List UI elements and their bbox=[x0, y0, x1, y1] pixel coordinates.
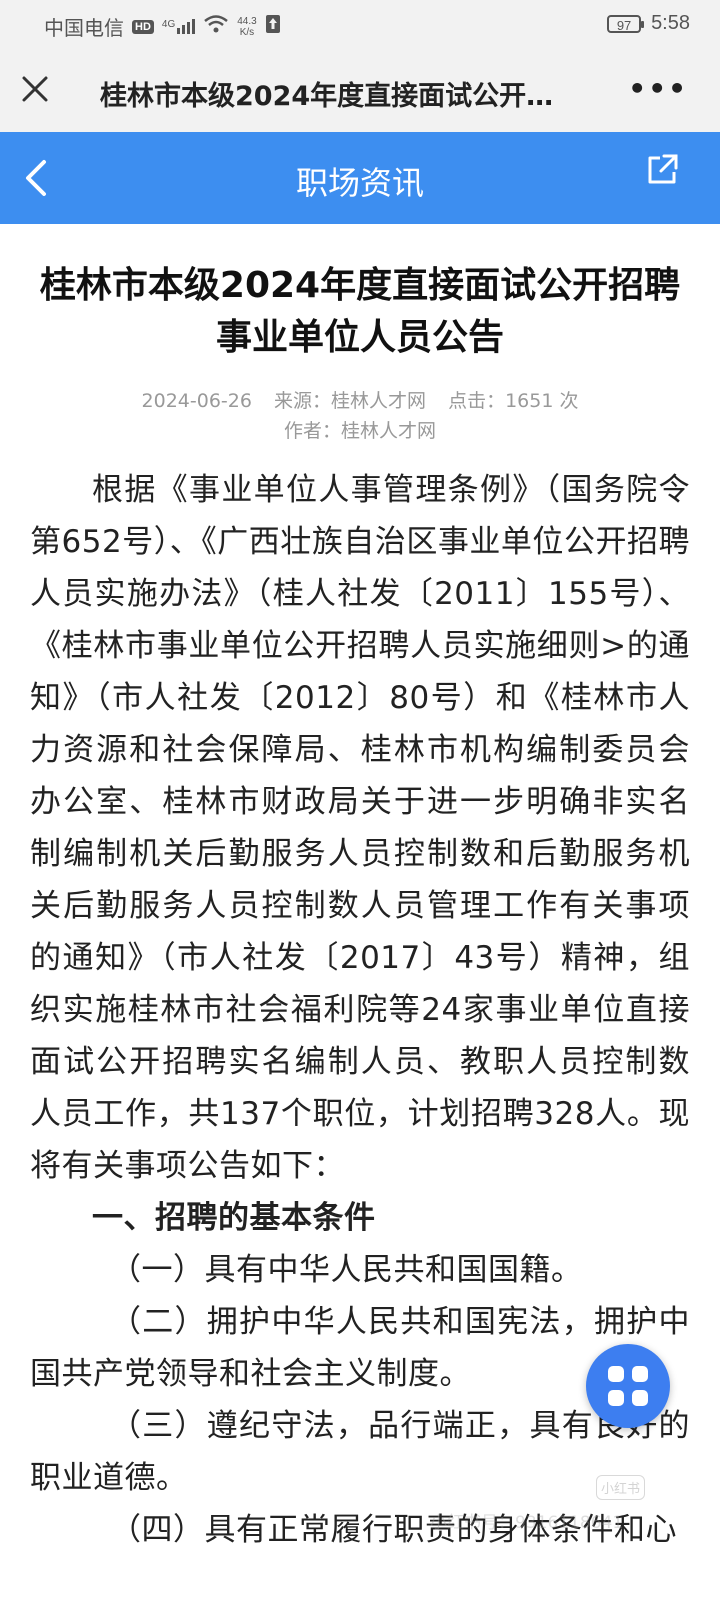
article-clicks: 点击：1651 次 bbox=[448, 390, 579, 412]
page-title: 桂林市本级2024年度直接面试公开… bbox=[100, 81, 554, 112]
article-date: 2024-06-26 bbox=[141, 390, 252, 412]
paragraph: （一）具有中华人民共和国国籍。 bbox=[110, 1252, 583, 1288]
grid-icon-cell bbox=[608, 1390, 624, 1406]
article: 桂林市本级2024年度直接面试公开招聘事业单位人员公告 2024-06-26 来… bbox=[30, 260, 690, 1556]
wifi-icon bbox=[203, 14, 229, 40]
article-title: 桂林市本级2024年度直接面试公开招聘事业单位人员公告 bbox=[39, 265, 681, 358]
grid-icon-cell bbox=[632, 1390, 648, 1406]
article-author: 作者：桂林人才网 bbox=[283, 420, 436, 442]
signal-icon: 4G bbox=[162, 19, 196, 34]
header-title: 职场资讯 bbox=[295, 164, 424, 202]
article-meta: 2024-06-26 来源：桂林人才网 点击：1651 次 作者：桂林人才网 bbox=[30, 386, 690, 446]
watermark-logo: 小红书 bbox=[596, 1475, 646, 1500]
paragraph: （三）遵纪守法，品行端正，具有良好的职业道德。 bbox=[30, 1408, 690, 1496]
watermark-text: 小红书号：9316118641 bbox=[430, 1513, 624, 1533]
status-bar: 中国电信 HD 4G 44.3 K/s 97 5:58 bbox=[0, 0, 720, 50]
net-speed: 44.3 K/s bbox=[237, 15, 257, 38]
section-heading: 一、招聘的基本条件 bbox=[92, 1200, 376, 1236]
battery-icon: 97 bbox=[607, 14, 645, 33]
share-icon[interactable] bbox=[644, 152, 680, 188]
upload-icon bbox=[265, 14, 281, 40]
browser-title-bar: 桂林市本级2024年度直接面试公开… ••• bbox=[0, 50, 720, 132]
grid-icon bbox=[608, 1366, 624, 1382]
floating-menu-button[interactable] bbox=[586, 1344, 670, 1428]
carrier-label: 中国电信 bbox=[44, 18, 124, 40]
clock: 5:58 bbox=[651, 12, 690, 34]
article-source: 来源：桂林人才网 bbox=[274, 390, 427, 412]
more-menu-button[interactable]: ••• bbox=[628, 72, 688, 105]
hd-badge: HD bbox=[132, 19, 154, 34]
close-icon[interactable] bbox=[20, 74, 50, 104]
app-header: 职场资讯 bbox=[0, 132, 720, 224]
grid-icon-cell bbox=[632, 1366, 648, 1382]
paragraph: 根据《事业单位人事管理条例》（国务院令第652号）、《广西壮族自治区事业单位公开… bbox=[30, 472, 690, 1184]
